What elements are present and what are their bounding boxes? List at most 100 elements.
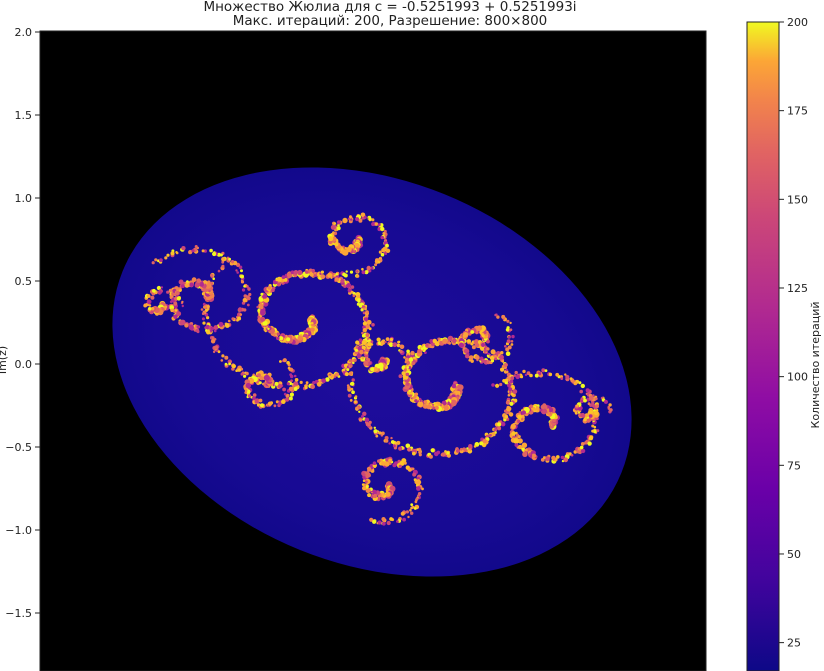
fractal-point — [229, 360, 232, 363]
colorbar-tick-label: 100 — [787, 371, 808, 384]
fractal-point — [412, 451, 416, 456]
fractal-point — [479, 441, 484, 446]
fractal-point — [410, 511, 414, 515]
fractal-point — [220, 359, 224, 362]
fractal-point — [360, 299, 364, 303]
fractal-point — [345, 270, 348, 273]
fractal-point — [408, 389, 412, 393]
fractal-point — [166, 290, 170, 294]
fractal-point — [494, 313, 497, 317]
fractal-point — [408, 357, 414, 362]
fractal-point — [522, 369, 526, 374]
fractal-point — [354, 395, 358, 398]
fractal-point — [589, 395, 594, 401]
fractal-point — [371, 218, 375, 222]
fractal-point — [290, 379, 293, 383]
fractal-point — [211, 336, 215, 340]
fractal-point — [354, 400, 357, 404]
fractal-point — [373, 426, 376, 429]
fractal-point — [364, 417, 370, 423]
fractal-point — [213, 325, 219, 330]
fractal-point — [355, 406, 359, 410]
fractal-point — [361, 483, 365, 486]
fractal-point — [348, 371, 353, 376]
fractal-point — [206, 330, 211, 335]
fractal-point — [575, 404, 579, 407]
fractal-point — [512, 389, 518, 394]
fractal-point — [580, 448, 586, 454]
fractal-point — [434, 451, 439, 457]
fractal-point — [489, 355, 495, 361]
fractal-point — [468, 444, 473, 449]
fractal-point — [169, 300, 173, 304]
fractal-point — [334, 242, 339, 247]
fractal-point — [510, 343, 514, 346]
fractal-point — [168, 288, 173, 293]
fractal-point — [462, 334, 467, 338]
fractal-point — [522, 451, 528, 457]
fractal-point — [405, 510, 409, 514]
fractal-point — [406, 366, 409, 369]
fractal-point — [501, 314, 506, 319]
fractal-point — [310, 384, 315, 390]
fractal-point — [388, 442, 391, 445]
fractal-point — [529, 373, 533, 378]
fractal-point — [189, 282, 194, 288]
fractal-point — [164, 256, 168, 260]
fractal-point — [544, 369, 548, 372]
fractal-point — [196, 330, 200, 334]
fractal-point — [362, 328, 367, 333]
fractal-point — [247, 394, 252, 398]
fractal-point — [509, 321, 512, 325]
fractal-point — [267, 286, 272, 290]
fractal-point — [473, 445, 477, 448]
fractal-point — [357, 295, 361, 298]
fractal-point — [542, 403, 547, 408]
fractal-point — [247, 287, 251, 290]
fractal-point — [286, 361, 290, 365]
fractal-point — [274, 381, 279, 386]
colorbar — [746, 21, 780, 671]
fractal-point — [194, 245, 198, 248]
fractal-point — [334, 372, 340, 377]
fractal-point — [563, 457, 569, 463]
fractal-point — [499, 382, 503, 387]
fractal-point — [370, 266, 374, 270]
fractal-point — [333, 222, 337, 225]
fractal-point — [587, 441, 592, 446]
fractal-point — [416, 486, 421, 491]
fractal-point — [468, 355, 474, 360]
fractal-point — [469, 448, 472, 451]
fractal-point — [328, 375, 331, 379]
fractal-point — [579, 445, 584, 450]
fractal-point — [406, 361, 411, 365]
fractal-point — [560, 377, 564, 380]
fractal-point — [358, 338, 363, 343]
fractal-point — [551, 455, 556, 461]
fractal-point — [508, 412, 514, 417]
y-axis-label: Im(z) — [0, 346, 9, 374]
fractal-point — [389, 517, 393, 521]
fractal-point — [276, 332, 280, 336]
fractal-point — [287, 366, 291, 370]
fractal-point — [196, 325, 201, 329]
fractal-point — [583, 417, 587, 422]
fractal-point — [361, 414, 364, 418]
fractal-point — [202, 302, 206, 306]
fractal-point — [228, 257, 232, 261]
fractal-point — [244, 391, 247, 394]
fractal-point — [267, 327, 270, 330]
fractal-point — [580, 383, 585, 389]
fractal-point — [320, 274, 326, 280]
colorbar-tick-label: 75 — [787, 459, 801, 472]
fractal-point — [337, 224, 340, 227]
fractal-point — [348, 358, 352, 363]
fractal-point — [580, 442, 585, 446]
fractal-point — [382, 232, 386, 235]
fractal-point — [291, 386, 294, 389]
fractal-point — [399, 349, 403, 354]
y-tick-label: 0.5 — [15, 275, 33, 288]
fractal-point — [258, 297, 264, 302]
fractal-point — [358, 410, 361, 413]
fractal-point — [446, 451, 450, 455]
